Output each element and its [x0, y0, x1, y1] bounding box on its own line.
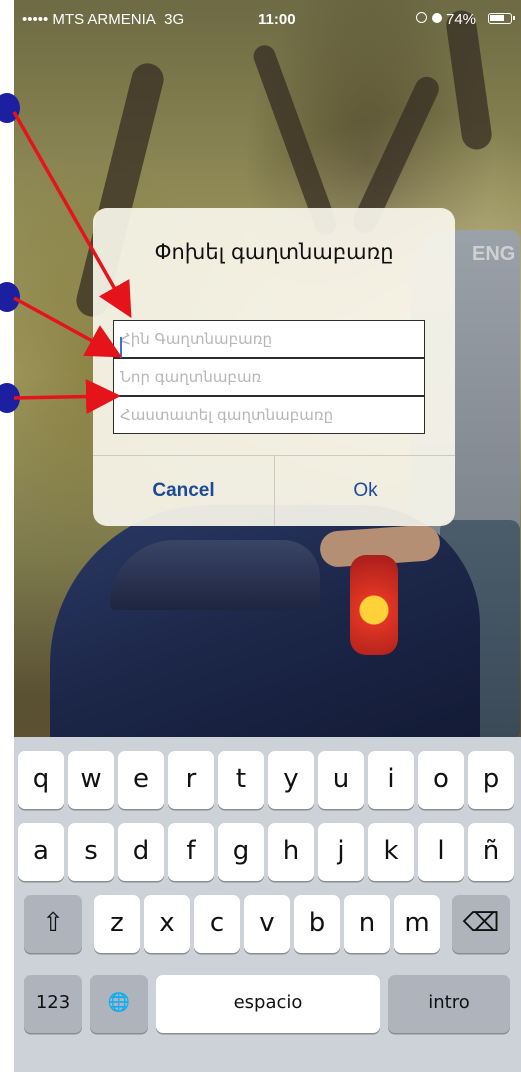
keyboard: qwertyuiop asdfghjklñ ⇧ ⌫ zxcvbnm 123 🌐 …	[14, 737, 521, 1072]
key-w[interactable]: w	[68, 751, 114, 809]
space-key[interactable]: espacio	[156, 975, 380, 1033]
key-d[interactable]: d	[118, 823, 164, 881]
status-time: 11:00	[258, 11, 296, 28]
key-x[interactable]: x	[144, 895, 190, 953]
key-l[interactable]: l	[418, 823, 464, 881]
carrier-label: ••••• MTS ARMENIA 3G	[22, 11, 184, 28]
key-b[interactable]: b	[294, 895, 340, 953]
key-c[interactable]: c	[194, 895, 240, 953]
battery-percent: 74%	[446, 11, 477, 28]
key-n[interactable]: n	[344, 895, 390, 953]
key-o[interactable]: o	[418, 751, 464, 809]
confirm-password-field[interactable]	[113, 396, 425, 434]
key-y[interactable]: y	[268, 751, 314, 809]
change-password-dialog: Փոխել գաղտնաբառը Cancel Ok	[93, 208, 455, 526]
cancel-button[interactable]: Cancel	[93, 456, 274, 526]
key-u[interactable]: u	[318, 751, 364, 809]
key-q[interactable]: q	[18, 751, 64, 809]
globe-key[interactable]: 🌐	[90, 975, 148, 1033]
dialog-title: Փոխել գաղտնաբառը	[154, 240, 394, 264]
key-s[interactable]: s	[68, 823, 114, 881]
key-h[interactable]: h	[268, 823, 314, 881]
key-a[interactable]: a	[18, 823, 64, 881]
return-key[interactable]: intro	[388, 975, 510, 1033]
shift-key[interactable]: ⇧	[24, 895, 82, 953]
key-k[interactable]: k	[368, 823, 414, 881]
key-r[interactable]: r	[168, 751, 214, 809]
carrier-name: ••••• MTS ARMENIA	[22, 11, 156, 28]
language-switch-eng[interactable]: ENG	[472, 243, 515, 266]
key-t[interactable]: t	[218, 751, 264, 809]
key-g[interactable]: g	[218, 823, 264, 881]
background-car-window	[110, 540, 320, 610]
battery-icon	[488, 13, 515, 24]
key-j[interactable]: j	[318, 823, 364, 881]
text-caret	[120, 337, 122, 358]
key-i[interactable]: i	[368, 751, 414, 809]
numbers-key[interactable]: 123	[24, 975, 82, 1033]
key-m[interactable]: m	[394, 895, 440, 953]
old-password-field[interactable]	[113, 320, 425, 358]
key-p[interactable]: p	[468, 751, 514, 809]
alarm-icon	[432, 13, 442, 23]
key-z[interactable]: z	[94, 895, 140, 953]
key-ñ[interactable]: ñ	[468, 823, 514, 881]
key-f[interactable]: f	[168, 823, 214, 881]
network-type: 3G	[164, 11, 185, 28]
key-v[interactable]: v	[244, 895, 290, 953]
status-bar: ••••• MTS ARMENIA 3G 11:00 74%	[14, 0, 521, 40]
ok-button[interactable]: Ok	[275, 456, 455, 526]
battery-fill	[490, 15, 504, 21]
key-e[interactable]: e	[118, 751, 164, 809]
background-car-taillight	[350, 555, 398, 655]
new-password-field[interactable]	[113, 358, 425, 396]
rotation-lock-icon	[416, 12, 427, 23]
backspace-key[interactable]: ⌫	[452, 895, 510, 953]
